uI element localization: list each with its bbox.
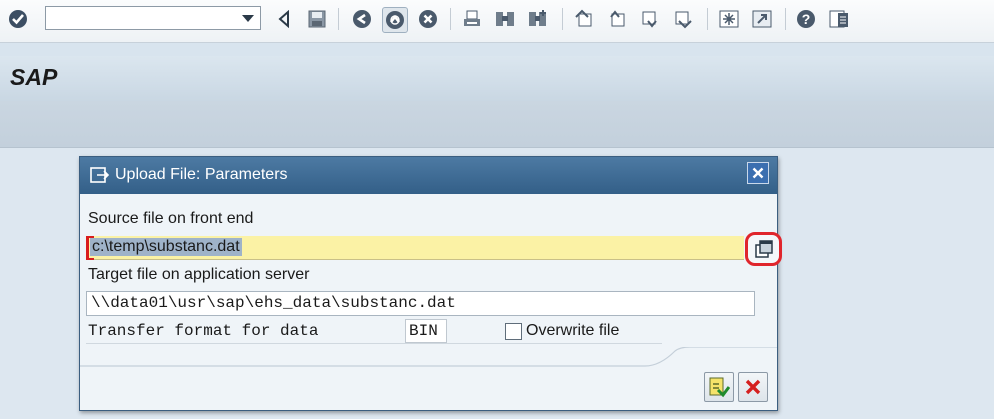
- dialog-window-icon: [90, 166, 110, 189]
- dialog-footer: [80, 347, 777, 410]
- back-arrow-icon[interactable]: [350, 7, 374, 31]
- target-file-label: Target file on application server: [88, 266, 310, 283]
- application-toolbar: [0, 101, 994, 148]
- transfer-format-label: Transfer format for data: [88, 322, 319, 340]
- find-icon[interactable]: [493, 7, 517, 31]
- last-page-icon[interactable]: [671, 7, 695, 31]
- close-icon: [752, 167, 764, 179]
- dialog-header: Upload File: Parameters: [80, 157, 777, 194]
- back-icon[interactable]: [272, 7, 296, 31]
- execute-icon: [709, 377, 730, 398]
- command-input[interactable]: [49, 8, 233, 30]
- footer-divider: [80, 347, 777, 367]
- browse-button[interactable]: [745, 232, 782, 266]
- cancel-button[interactable]: [738, 372, 768, 402]
- svg-text:?: ?: [802, 11, 811, 27]
- transfer-format-value: BIN: [409, 322, 438, 340]
- create-session-icon[interactable]: [717, 7, 741, 31]
- target-file-input[interactable]: \\data01\usr\sap\ehs_data\substanc.dat: [86, 291, 755, 316]
- enter-icon[interactable]: [6, 7, 30, 31]
- page-title: SAP: [10, 64, 58, 90]
- print-icon[interactable]: [460, 7, 484, 31]
- next-page-icon[interactable]: [638, 7, 662, 31]
- target-file-value: \\data01\usr\sap\ehs_data\substanc.dat: [91, 294, 456, 312]
- source-file-input[interactable]: c:\temp\substanc.dat: [86, 236, 744, 260]
- command-field[interactable]: [45, 6, 261, 30]
- customize-layout-icon[interactable]: [827, 7, 851, 31]
- dialog-title: Upload File: Parameters: [115, 166, 288, 183]
- chevron-down-icon[interactable]: [242, 15, 254, 22]
- overwrite-file-checkbox[interactable]: [505, 323, 522, 340]
- help-icon[interactable]: ?: [794, 7, 818, 31]
- required-marker: [86, 236, 89, 260]
- exit-icon[interactable]: [382, 7, 408, 33]
- continue-button[interactable]: [704, 372, 734, 402]
- transfer-format-input[interactable]: BIN: [405, 319, 447, 343]
- save-icon[interactable]: [305, 7, 329, 31]
- upload-file-dialog: Upload File: Parameters Source file on f…: [79, 156, 782, 411]
- shortcut-icon[interactable]: [750, 7, 774, 31]
- title-bar: SAP: [0, 56, 994, 101]
- first-page-icon[interactable]: [572, 7, 596, 31]
- find-next-icon[interactable]: [526, 7, 550, 31]
- overwrite-file-label: Overwrite file: [526, 322, 620, 339]
- source-file-value: c:\temp\substanc.dat: [90, 238, 242, 256]
- source-file-label: Source file on front end: [88, 210, 254, 227]
- cancel-x-icon: [745, 379, 761, 395]
- previous-page-icon[interactable]: [605, 7, 629, 31]
- system-toolbar: ?: [0, 0, 994, 43]
- value-help-icon: [754, 240, 773, 258]
- cancel-icon[interactable]: [416, 7, 440, 31]
- close-button[interactable]: [747, 162, 769, 184]
